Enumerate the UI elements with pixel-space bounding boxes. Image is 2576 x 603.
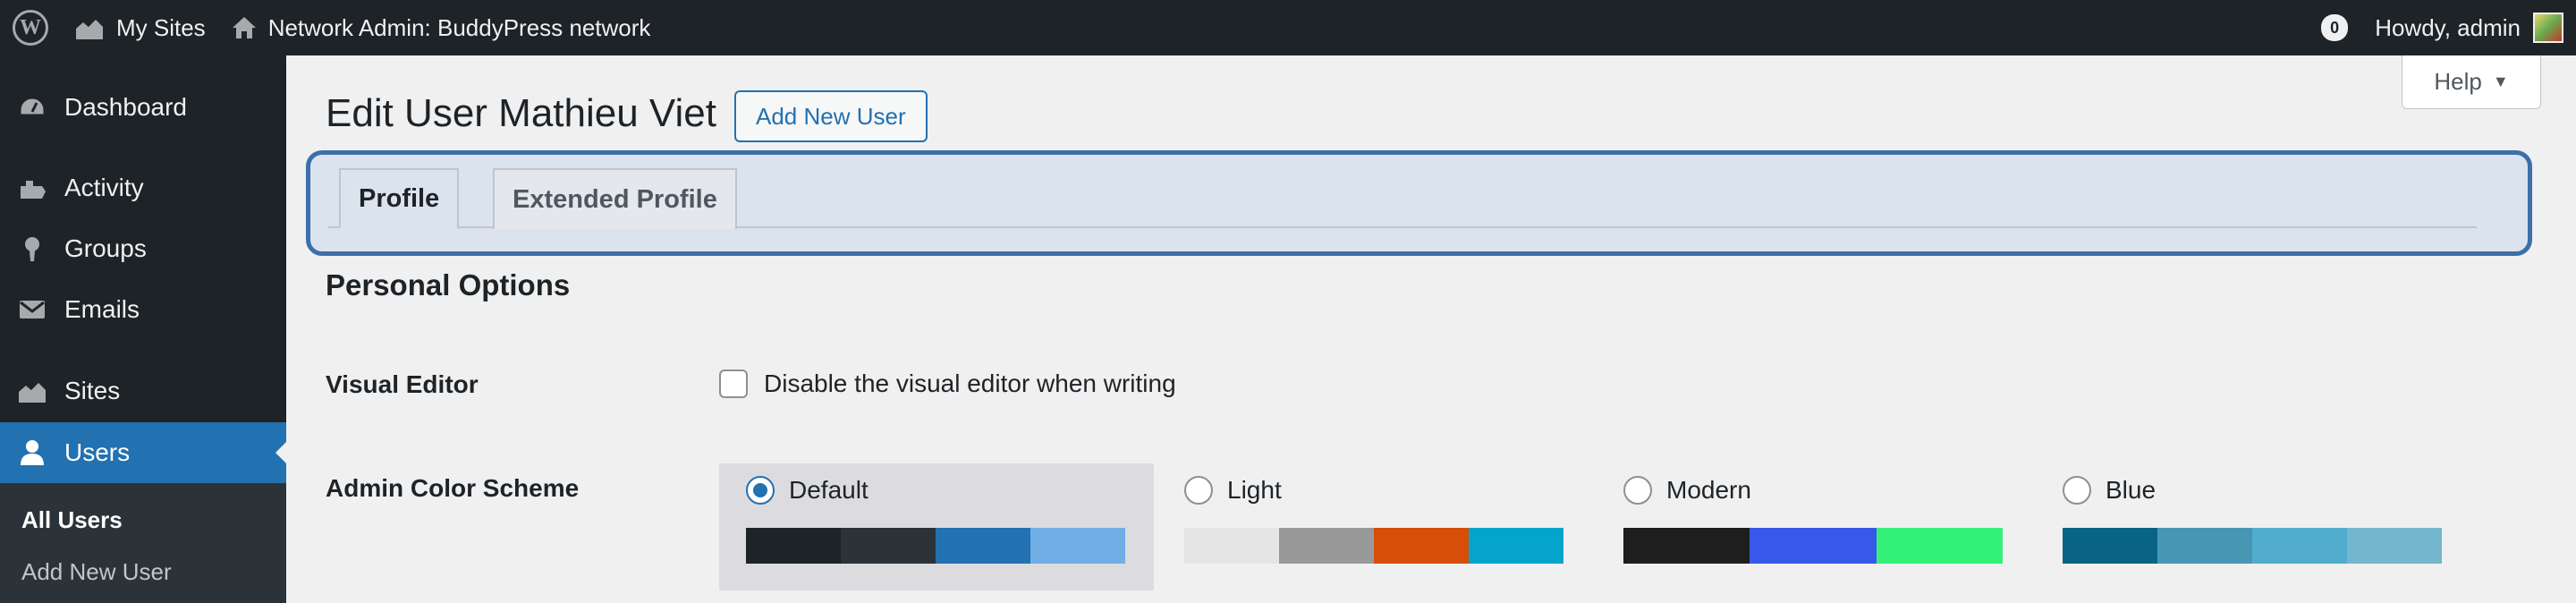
color-scheme-option-default[interactable]: Default bbox=[719, 463, 1154, 590]
color-scheme-radio[interactable] bbox=[2063, 476, 2091, 505]
submenu-all-users[interactable]: All Users bbox=[21, 506, 123, 534]
color-swatch bbox=[1279, 528, 1374, 564]
visual-editor-label: Visual Editor bbox=[326, 370, 479, 398]
my-sites-label: My Sites bbox=[116, 13, 206, 41]
disable-visual-editor-label: Disable the visual editor when writing bbox=[764, 369, 1176, 397]
my-sites-icon bbox=[73, 14, 106, 41]
color-swatch bbox=[936, 528, 1030, 564]
network-admin-menu[interactable]: Network Admin: BuddyPress network bbox=[218, 0, 664, 55]
sidebar-item-users[interactable]: Users bbox=[0, 422, 286, 483]
main-content: Help ▼ Edit User Mathieu Viet Add New Us… bbox=[286, 55, 2576, 603]
color-swatches bbox=[1623, 528, 2003, 564]
color-swatch bbox=[1030, 528, 1125, 564]
color-swatch bbox=[1374, 528, 1469, 564]
tab-profile[interactable]: Profile bbox=[339, 168, 460, 229]
avatar[interactable] bbox=[2533, 13, 2563, 43]
color-scheme-name: Blue bbox=[2106, 476, 2157, 504]
howdy-account-menu[interactable]: Howdy, admin bbox=[2375, 14, 2521, 42]
color-swatch bbox=[2157, 528, 2252, 564]
caret-down-icon: ▼ bbox=[2492, 72, 2509, 90]
color-swatch bbox=[1876, 528, 2003, 564]
color-scheme-name: Default bbox=[789, 476, 869, 504]
page-title: Edit User Mathieu Viet bbox=[326, 91, 716, 135]
sidebar-item-label: Groups bbox=[64, 234, 147, 262]
color-swatch bbox=[2347, 528, 2442, 564]
color-swatch bbox=[1623, 528, 1750, 564]
notification-count-badge[interactable]: 0 bbox=[2321, 14, 2349, 41]
color-swatch bbox=[2063, 528, 2157, 564]
help-label: Help bbox=[2434, 68, 2482, 95]
color-scheme-radio[interactable] bbox=[1623, 476, 1652, 505]
sidebar-item-groups[interactable]: Groups bbox=[0, 218, 286, 279]
sidebar-item-dashboard[interactable]: Dashboard bbox=[0, 77, 286, 138]
disable-visual-editor-checkbox[interactable] bbox=[719, 369, 748, 398]
submenu-add-new-user[interactable]: Add New User bbox=[21, 558, 172, 586]
color-scheme-header: Modern bbox=[1623, 476, 1751, 505]
users-submenu: All Users Add New User bbox=[0, 483, 286, 603]
radio-selected-dot bbox=[753, 483, 767, 497]
color-swatch bbox=[1469, 528, 1563, 564]
color-swatch bbox=[746, 528, 841, 564]
sidebar-item-label: Activity bbox=[64, 174, 144, 201]
sidebar-item-label: Dashboard bbox=[64, 93, 187, 121]
color-swatches bbox=[746, 528, 1125, 564]
users-icon bbox=[0, 438, 64, 467]
add-new-user-button[interactable]: Add New User bbox=[734, 90, 928, 142]
color-swatch bbox=[841, 528, 936, 564]
personal-options-heading: Personal Options bbox=[326, 268, 571, 302]
help-button[interactable]: Help ▼ bbox=[2402, 55, 2541, 109]
sites-icon bbox=[0, 378, 64, 404]
my-sites-menu[interactable]: My Sites bbox=[61, 0, 218, 55]
color-swatches bbox=[1184, 528, 1563, 564]
profile-tabs-nav: Profile Extended Profile bbox=[306, 150, 2532, 256]
color-swatch bbox=[1184, 528, 1279, 564]
sidebar-item-label: Emails bbox=[64, 295, 140, 323]
wordpress-logo-icon[interactable]: W bbox=[0, 0, 61, 55]
visual-editor-option[interactable]: Disable the visual editor when writing bbox=[719, 369, 1176, 398]
email-icon bbox=[0, 298, 64, 321]
sidebar-item-label: Sites bbox=[64, 377, 121, 404]
sidebar-item-activity[interactable]: Activity bbox=[0, 157, 286, 218]
dashboard-icon bbox=[0, 94, 64, 121]
sidebar-item-label: Users bbox=[64, 438, 131, 466]
color-scheme-name: Light bbox=[1227, 476, 1282, 504]
groups-icon bbox=[0, 234, 64, 263]
color-scheme-header: Blue bbox=[2063, 476, 2156, 505]
color-scheme-option-light[interactable]: Light bbox=[1157, 463, 1592, 590]
color-swatch bbox=[1750, 528, 1877, 564]
color-scheme-radio[interactable] bbox=[1184, 476, 1213, 505]
tab-extended-profile[interactable]: Extended Profile bbox=[493, 168, 737, 229]
color-scheme-name: Modern bbox=[1666, 476, 1751, 504]
admin-bar: W My Sites Network Admin: BuddyPress net… bbox=[0, 0, 2576, 55]
sidebar-item-emails[interactable]: Emails bbox=[0, 279, 286, 340]
home-icon bbox=[231, 14, 258, 41]
activity-icon bbox=[0, 174, 64, 202]
sidebar-item-sites[interactable]: Sites bbox=[0, 361, 286, 421]
color-scheme-header: Default bbox=[746, 476, 869, 505]
color-swatch bbox=[2252, 528, 2347, 564]
color-scheme-header: Light bbox=[1184, 476, 1282, 505]
color-scheme-option-blue[interactable]: Blue bbox=[2036, 463, 2470, 590]
admin-sidebar: Dashboard Activity Groups Emails Sites U… bbox=[0, 55, 286, 603]
color-scheme-radio[interactable] bbox=[746, 476, 775, 505]
admin-color-scheme-label: Admin Color Scheme bbox=[326, 474, 580, 502]
color-scheme-option-modern[interactable]: Modern bbox=[1597, 463, 2031, 590]
network-admin-label: Network Admin: BuddyPress network bbox=[267, 13, 651, 41]
color-swatches bbox=[2063, 528, 2442, 564]
